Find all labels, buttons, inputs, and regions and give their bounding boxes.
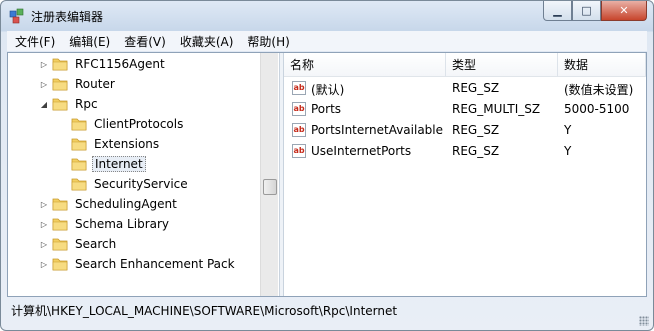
title-bar[interactable]: 注册表编辑器 ▁ □ ✕ bbox=[1, 1, 653, 31]
tree-node[interactable]: SecurityService bbox=[57, 174, 190, 194]
folder-icon bbox=[71, 117, 87, 131]
folder-icon bbox=[52, 197, 68, 211]
expand-arrow-icon[interactable]: ▷ bbox=[38, 260, 50, 269]
minimize-icon: ▁ bbox=[553, 4, 562, 17]
tree-node[interactable]: ▷ Schema Library bbox=[38, 214, 171, 234]
tree-node-label: Search bbox=[75, 237, 117, 251]
folder-icon bbox=[52, 97, 68, 111]
column-header-name[interactable]: 名称 bbox=[284, 53, 446, 77]
value-name: PortsInternetAvailable bbox=[311, 123, 444, 137]
folder-icon bbox=[71, 137, 87, 151]
tree-node[interactable]: ClientProtocols bbox=[57, 114, 185, 134]
column-header-data[interactable]: 数据 bbox=[558, 53, 646, 77]
column-header-type[interactable]: 类型 bbox=[446, 53, 558, 77]
value-row[interactable]: ab UseInternetPorts REG_SZ Y bbox=[284, 141, 646, 162]
tree-node-label: Search Enhancement Pack bbox=[75, 257, 235, 271]
tree-scrollbar[interactable] bbox=[260, 53, 278, 296]
folder-icon bbox=[52, 217, 68, 231]
tree-node-label: Internet bbox=[92, 156, 146, 172]
tree-node-label: SchedulingAgent bbox=[75, 197, 177, 211]
value-name: Ports bbox=[311, 102, 342, 116]
status-bar: 计算机\HKEY_LOCAL_MACHINE\SOFTWARE\Microsof… bbox=[7, 299, 647, 321]
window-title: 注册表编辑器 bbox=[31, 10, 104, 24]
ab-string-icon: ab bbox=[292, 81, 306, 95]
value-type: REG_SZ bbox=[452, 123, 500, 137]
tree-node[interactable]: ◢ Rpc bbox=[38, 94, 100, 114]
folder-icon bbox=[52, 77, 68, 91]
value-data: Y bbox=[564, 144, 572, 158]
close-button[interactable]: ✕ bbox=[601, 1, 647, 21]
menu-favorites[interactable]: 收藏夹(A) bbox=[172, 33, 240, 50]
expand-arrow-icon[interactable]: ▷ bbox=[38, 200, 50, 209]
folder-icon bbox=[71, 157, 87, 171]
value-name: UseInternetPorts bbox=[311, 144, 412, 158]
tree-node[interactable]: ▷ Router bbox=[38, 74, 117, 94]
value-type: REG_MULTI_SZ bbox=[452, 102, 541, 116]
menu-bar: 文件(F) 编辑(E) 查看(V) 收藏夹(A) 帮助(H) bbox=[7, 31, 647, 51]
menu-view[interactable]: 查看(V) bbox=[116, 33, 172, 50]
value-row[interactable]: ab Ports REG_MULTI_SZ 5000-5100 bbox=[284, 99, 646, 120]
minimize-button[interactable]: ▁ bbox=[543, 1, 572, 21]
expand-arrow-icon[interactable]: ▷ bbox=[38, 60, 50, 69]
tree-node-label: Rpc bbox=[75, 97, 98, 111]
tree-node-label: Router bbox=[75, 77, 115, 91]
value-row[interactable]: ab (默认) REG_SZ (数值未设置) bbox=[284, 78, 646, 99]
folder-icon bbox=[52, 57, 68, 71]
tree-node-label: Schema Library bbox=[75, 217, 170, 231]
tree-node[interactable]: ▷ Search Enhancement Pack bbox=[38, 254, 237, 274]
values-list: 名称 类型 数据 ab (默认) REG_SZ (数值未设置) ab Ports REG_M… bbox=[284, 53, 646, 296]
tree-node-label: ClientProtocols bbox=[94, 117, 184, 131]
collapse-arrow-icon[interactable]: ◢ bbox=[38, 100, 50, 109]
ab-string-icon: ab bbox=[292, 144, 306, 158]
value-type: REG_SZ bbox=[452, 81, 500, 95]
tree-node-label: RFC1156Agent bbox=[75, 57, 165, 71]
status-path: 计算机\HKEY_LOCAL_MACHINE\SOFTWARE\Microsof… bbox=[11, 303, 398, 318]
expand-arrow-icon[interactable]: ▷ bbox=[38, 220, 50, 229]
menu-file[interactable]: 文件(F) bbox=[7, 33, 61, 50]
tree-node[interactable]: ▷ RFC1156Agent bbox=[38, 54, 167, 74]
ab-string-icon: ab bbox=[292, 123, 306, 137]
regedit-app-icon bbox=[9, 8, 25, 24]
folder-icon bbox=[52, 237, 68, 251]
value-data: (数值未设置) bbox=[564, 83, 634, 97]
value-row[interactable]: ab PortsInternetAvailable REG_SZ Y bbox=[284, 120, 646, 141]
maximize-icon: □ bbox=[581, 4, 592, 17]
expand-arrow-icon[interactable]: ▷ bbox=[38, 240, 50, 249]
ab-string-icon: ab bbox=[292, 102, 306, 116]
tree-node[interactable]: ▷ Search bbox=[38, 234, 118, 254]
client-area: ▷ RFC1156Agent ▷ Router ◢ Rpc ClientProtocols E… bbox=[7, 52, 647, 297]
folder-icon bbox=[52, 257, 68, 271]
tree-node-label: Extensions bbox=[94, 137, 160, 151]
tree-node[interactable]: Extensions bbox=[57, 134, 161, 154]
tree-node[interactable]: Internet bbox=[57, 154, 146, 174]
menu-edit[interactable]: 编辑(E) bbox=[61, 33, 116, 50]
tree-node-label: SecurityService bbox=[94, 177, 188, 191]
caption-buttons: ▁ □ ✕ bbox=[543, 1, 647, 21]
value-type: REG_SZ bbox=[452, 144, 500, 158]
menu-help[interactable]: 帮助(H) bbox=[239, 33, 295, 50]
tree-node[interactable]: ▷ SchedulingAgent bbox=[38, 194, 179, 214]
expand-arrow-icon[interactable]: ▷ bbox=[38, 80, 50, 89]
resize-grip[interactable] bbox=[639, 316, 649, 326]
close-icon: ✕ bbox=[619, 4, 629, 17]
registry-tree[interactable]: ▷ RFC1156Agent ▷ Router ◢ Rpc ClientProtocols E… bbox=[8, 53, 279, 296]
maximize-button[interactable]: □ bbox=[572, 1, 601, 21]
value-name: (默认) bbox=[311, 83, 345, 97]
value-data: 5000-5100 bbox=[564, 102, 630, 116]
regedit-window: 注册表编辑器 ▁ □ ✕ 文件(F) 编辑(E) 查看(V) 收藏夹(A) 帮助… bbox=[0, 0, 654, 331]
folder-icon bbox=[71, 177, 87, 191]
value-data: Y bbox=[564, 123, 572, 137]
tree-scroll-thumb[interactable] bbox=[263, 179, 277, 195]
